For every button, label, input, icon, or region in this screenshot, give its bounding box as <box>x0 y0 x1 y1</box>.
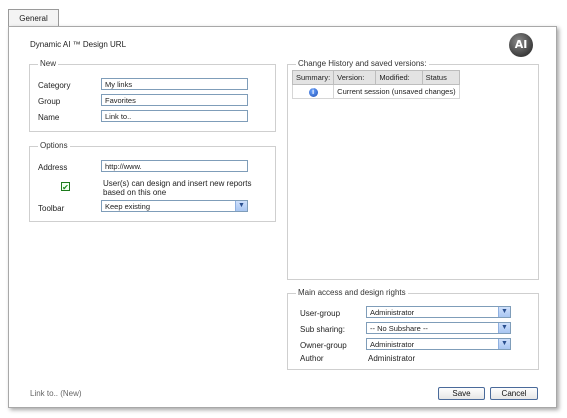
history-table: Summary: Version: Modified: Status i Cur… <box>291 70 460 99</box>
col-modified: Modified: <box>375 70 423 85</box>
category-label: Category <box>38 81 71 90</box>
design-rights-label-line2: based on this one <box>103 188 167 197</box>
page-title: Dynamic AI ™ Design URL <box>30 40 127 49</box>
col-summary: Summary: <box>291 70 335 85</box>
author-value: Administrator <box>368 354 416 363</box>
author-label: Author <box>300 354 324 363</box>
dynamic-ai-logo-icon: AI <box>509 33 533 57</box>
toolbar-select[interactable]: Keep existing ▼ <box>101 200 248 212</box>
tab-general[interactable]: General <box>8 9 59 26</box>
chevron-down-icon[interactable]: ▼ <box>498 323 510 333</box>
sub-sharing-value: -- No Subshare -- <box>370 324 428 333</box>
design-rights-checkbox[interactable]: ✔ <box>61 182 70 192</box>
history-table-header: Summary: Version: Modified: Status <box>291 70 460 85</box>
chevron-down-icon[interactable]: ▼ <box>498 307 510 317</box>
info-icon[interactable]: i <box>308 87 318 97</box>
design-rights-label-line1: User(s) can design and insert new report… <box>103 179 252 188</box>
history-section-legend: Change History and saved versions: <box>296 59 429 68</box>
user-group-value: Administrator <box>370 308 415 317</box>
row-icon-cell: i <box>291 84 335 99</box>
status-text: Link to.. (New) <box>30 389 82 398</box>
cancel-button[interactable]: Cancel <box>490 387 538 400</box>
address-input[interactable]: http://www. <box>101 160 248 172</box>
sub-sharing-select[interactable]: -- No Subshare -- ▼ <box>366 322 511 334</box>
chevron-down-icon[interactable]: ▼ <box>498 339 510 349</box>
toolbar-select-value: Keep existing <box>105 202 151 211</box>
toolbar-label: Toolbar <box>38 204 65 213</box>
col-status: Status <box>421 70 460 85</box>
owner-group-value: Administrator <box>370 340 415 349</box>
access-section-legend: Main access and design rights <box>296 288 408 297</box>
owner-group-select[interactable]: Administrator ▼ <box>366 338 511 350</box>
sub-sharing-label: Sub sharing: <box>300 325 345 334</box>
chevron-down-icon[interactable]: ▼ <box>235 201 247 211</box>
col-version: Version: <box>333 70 377 85</box>
new-section-legend: New <box>38 59 59 68</box>
name-label: Name <box>38 113 60 122</box>
table-row[interactable]: i Current session (unsaved changes) <box>291 84 460 99</box>
user-group-select[interactable]: Administrator ▼ <box>366 306 511 318</box>
user-group-label: User-group <box>300 309 341 318</box>
options-section-legend: Options <box>38 141 70 150</box>
owner-group-label: Owner-group <box>300 341 347 350</box>
address-label: Address <box>38 163 68 172</box>
save-button[interactable]: Save <box>438 387 485 400</box>
group-input[interactable]: Favorites <box>101 94 248 106</box>
row-text: Current session (unsaved changes) <box>333 84 460 99</box>
name-input[interactable]: Link to.. <box>101 110 248 122</box>
group-label: Group <box>38 97 61 106</box>
category-input[interactable]: My links <box>101 78 248 90</box>
